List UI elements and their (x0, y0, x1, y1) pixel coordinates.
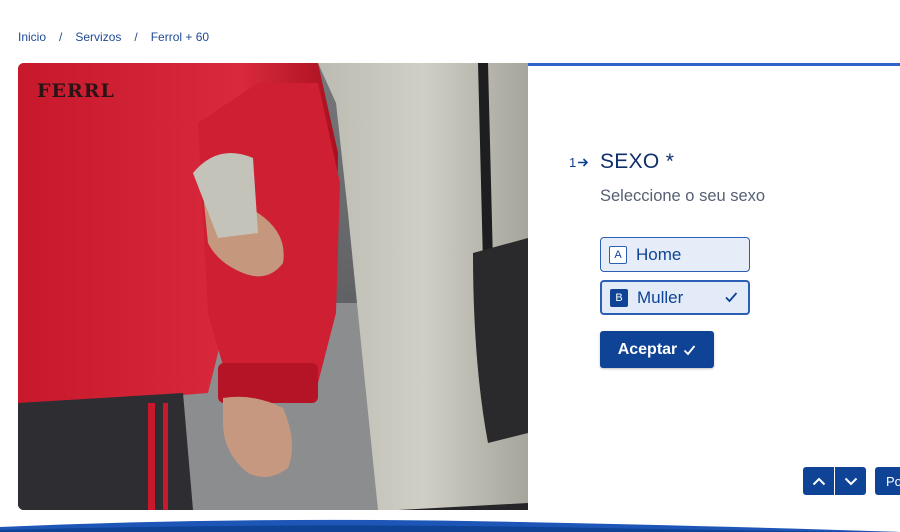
breadcrumb-current[interactable]: Ferrol + 60 (151, 30, 209, 44)
accept-button[interactable]: Aceptar (600, 331, 714, 368)
chevron-up-icon (812, 477, 825, 485)
breadcrumb-separator: / (59, 30, 63, 44)
option-home[interactable]: A Home (600, 237, 750, 272)
breadcrumb-inicio[interactable]: Inicio (18, 30, 46, 44)
option-label-home: Home (636, 244, 682, 264)
progress-line (528, 63, 900, 66)
breadcrumb: Inicio / Servizos / Ferrol + 60 (18, 29, 209, 45)
question-title: SEXO * (600, 150, 675, 173)
option-key-b: B (610, 288, 628, 307)
arrow-right-icon (578, 158, 589, 167)
breadcrumb-separator: / (134, 30, 138, 44)
elderly-couple-photo (18, 63, 528, 510)
check-icon (684, 344, 696, 355)
question-number-label: 1 (569, 155, 577, 170)
hero-photo: FERRL (18, 63, 528, 510)
previous-question-button[interactable] (803, 467, 834, 495)
footer-wave (0, 519, 900, 532)
option-muller[interactable]: B Muller (600, 280, 750, 315)
question-number: 1 (569, 155, 589, 170)
option-label-muller: Muller (637, 287, 684, 307)
option-key-a: A (609, 245, 627, 264)
check-icon (725, 292, 738, 303)
form-card: FERRL (18, 63, 900, 510)
chevron-down-icon (844, 477, 857, 485)
powered-by-label: Po (886, 473, 900, 489)
powered-by-button[interactable]: Po (875, 467, 900, 495)
question-description: Seleccione o seu sexo (600, 187, 766, 205)
ferrol-logo: FERRL (37, 80, 115, 102)
breadcrumb-servizos[interactable]: Servizos (75, 30, 121, 44)
next-question-button[interactable] (835, 467, 866, 495)
accept-button-label: Aceptar (617, 340, 678, 358)
